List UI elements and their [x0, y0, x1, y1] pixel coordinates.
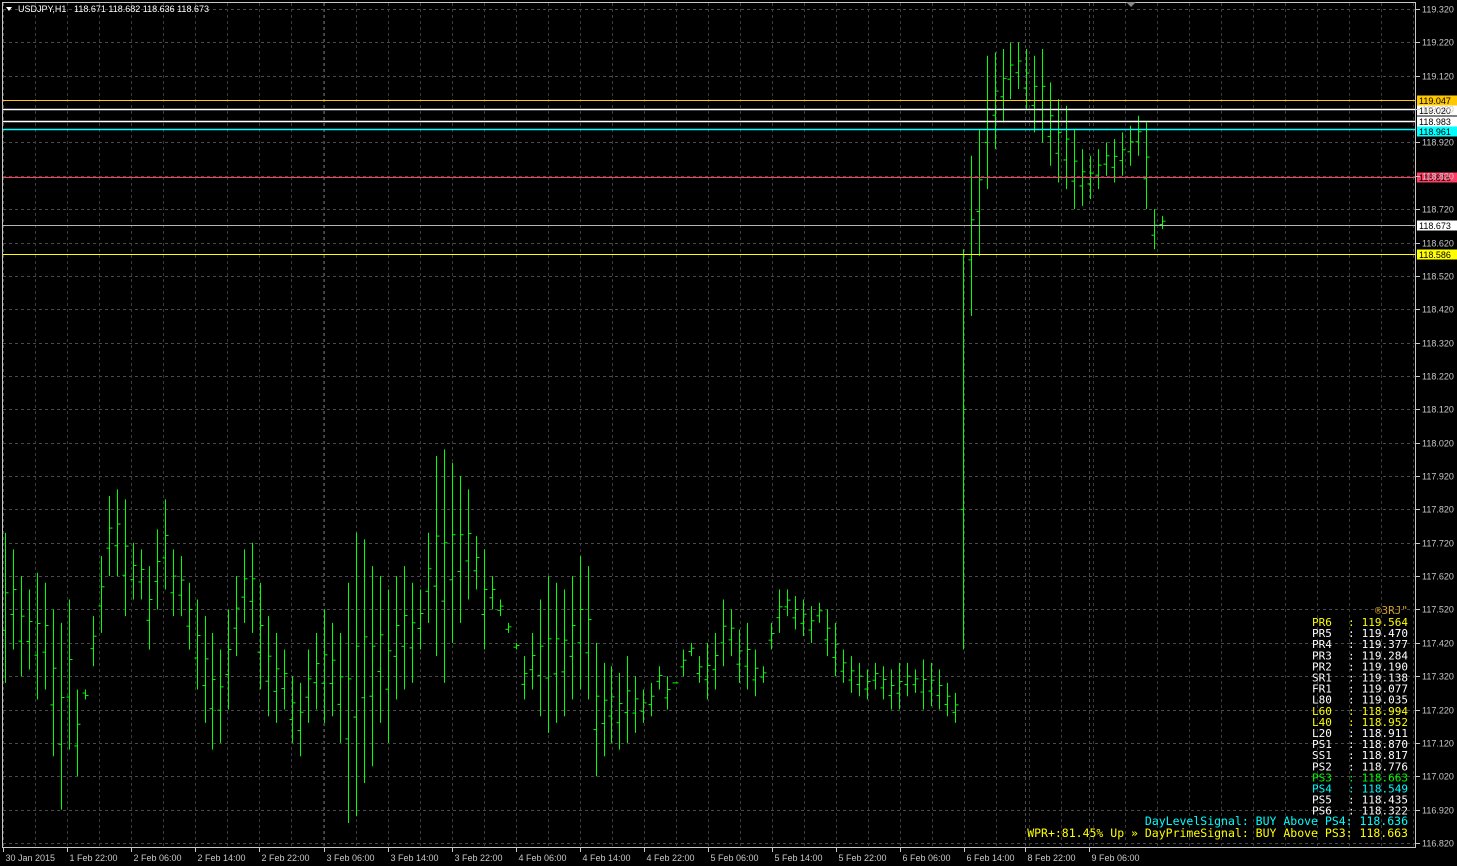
time-tick-label: 2 Feb 14:00	[198, 853, 246, 863]
time-tick-label: 4 Feb 14:00	[583, 853, 631, 863]
level-price-label: 118.673	[1419, 221, 1451, 231]
time-tick-label: 2 Feb 22:00	[262, 853, 310, 863]
price-tick-label: 117.120	[1422, 739, 1454, 749]
price-tick-label: 117.620	[1422, 572, 1454, 582]
price-tick-label: 117.720	[1422, 539, 1454, 549]
price-tick-label: 118.320	[1422, 339, 1454, 349]
time-tick-label: 2 Feb 06:00	[134, 853, 182, 863]
time-tick-label: 30 Jan 2015	[6, 853, 56, 863]
time-tick-label: 4 Feb 06:00	[519, 853, 567, 863]
price-tick-label: 118.120	[1422, 405, 1454, 415]
time-tick-label: 3 Feb 14:00	[391, 853, 439, 863]
price-tick-label: 119.320	[1422, 5, 1454, 15]
price-tick-label: 118.820	[1422, 172, 1454, 182]
price-tick-label: 117.820	[1422, 505, 1454, 515]
price-tick-label: 116.920	[1422, 806, 1454, 816]
time-tick-label: 5 Feb 06:00	[711, 853, 759, 863]
price-tick-label: 118.920	[1422, 138, 1454, 148]
price-tick-label: 118.520	[1422, 272, 1454, 282]
price-chart[interactable]: 119.047119.020118.983118.961118.816118.6…	[0, 0, 1457, 866]
price-tick-label: 119.220	[1422, 38, 1454, 48]
price-tick-label: 117.220	[1422, 706, 1454, 716]
time-tick-label: 1 Feb 22:00	[70, 853, 118, 863]
price-tick-label: 118.220	[1422, 372, 1454, 382]
price-tick-label: 118.620	[1422, 239, 1454, 249]
level-price-label: 118.961	[1419, 127, 1451, 137]
price-tick-label: 117.320	[1422, 672, 1454, 682]
time-tick-label: 5 Feb 22:00	[839, 853, 887, 863]
time-tick-label: 4 Feb 22:00	[647, 853, 695, 863]
day-prime-signal: WPR+:81.45% Up » DayPrimeSignal: BUY Abo…	[1027, 826, 1408, 840]
time-tick-label: 6 Feb 14:00	[967, 853, 1015, 863]
time-tick-label: 3 Feb 06:00	[327, 853, 375, 863]
ohlc-values: 118.671 118.682 118.636 118.673	[74, 4, 209, 14]
price-tick-label: 117.920	[1422, 472, 1454, 482]
price-tick-label: 117.520	[1422, 605, 1454, 615]
price-tick-label: 118.020	[1422, 439, 1454, 449]
time-tick-label: 9 Feb 06:00	[1092, 853, 1140, 863]
price-tick-label: 119.020	[1422, 105, 1454, 115]
level-price-label: 118.586	[1419, 250, 1451, 260]
price-tick-label: 116.820	[1422, 839, 1454, 849]
time-tick-label: 6 Feb 06:00	[903, 853, 951, 863]
price-tick-label: 117.420	[1422, 639, 1454, 649]
price-tick-label: 118.720	[1422, 205, 1454, 215]
time-tick-label: 5 Feb 14:00	[775, 853, 823, 863]
symbol-label: USDJPY,H1	[18, 4, 66, 14]
time-tick-label: 3 Feb 22:00	[455, 853, 503, 863]
price-tick-label: 119.120	[1422, 72, 1454, 82]
level-price-label: 118.983	[1419, 117, 1451, 127]
price-tick-label: 117.020	[1422, 772, 1454, 782]
price-tick-label: 118.420	[1422, 305, 1454, 315]
time-tick-label: 8 Feb 22:00	[1028, 853, 1076, 863]
